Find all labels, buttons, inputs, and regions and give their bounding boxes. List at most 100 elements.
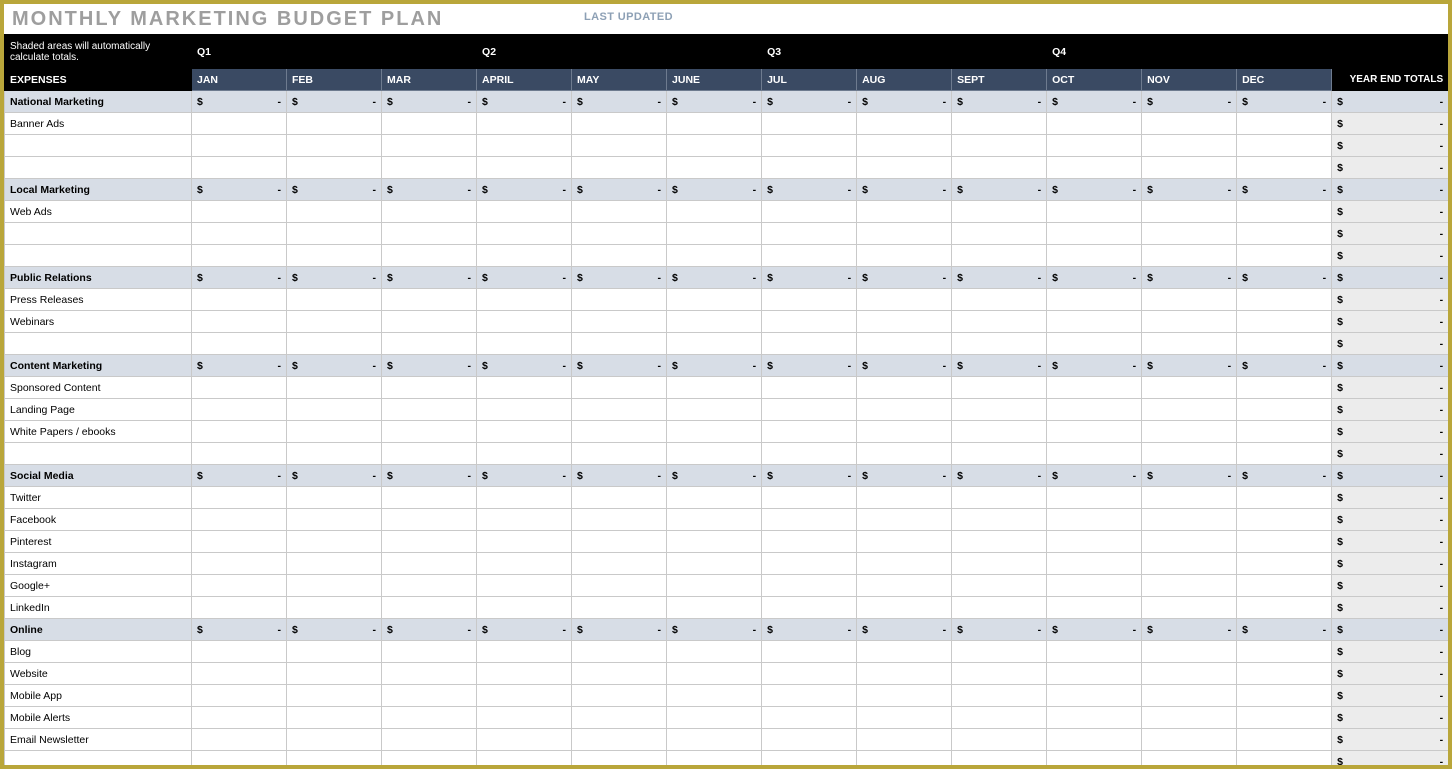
- amount-cell[interactable]: [1142, 641, 1237, 663]
- amount-cell[interactable]: [382, 553, 477, 575]
- amount-cell[interactable]: [1047, 597, 1142, 619]
- amount-cell[interactable]: [667, 399, 762, 421]
- amount-cell[interactable]: [857, 421, 952, 443]
- amount-cell[interactable]: [477, 641, 572, 663]
- amount-cell[interactable]: $-: [287, 267, 382, 289]
- amount-cell[interactable]: [762, 487, 857, 509]
- amount-cell[interactable]: $-: [1332, 179, 1449, 201]
- amount-cell[interactable]: [1142, 685, 1237, 707]
- amount-cell[interactable]: [572, 663, 667, 685]
- amount-cell[interactable]: [1237, 553, 1332, 575]
- amount-cell[interactable]: [1237, 135, 1332, 157]
- amount-cell[interactable]: [667, 377, 762, 399]
- amount-cell[interactable]: $-: [572, 355, 667, 377]
- amount-cell[interactable]: [1047, 245, 1142, 267]
- amount-cell[interactable]: [572, 443, 667, 465]
- row-label[interactable]: Mobile App: [5, 685, 192, 707]
- row-label[interactable]: Website: [5, 663, 192, 685]
- amount-cell[interactable]: [952, 531, 1047, 553]
- amount-cell[interactable]: [287, 421, 382, 443]
- amount-cell[interactable]: [192, 421, 287, 443]
- amount-cell[interactable]: [1237, 663, 1332, 685]
- amount-cell[interactable]: $-: [287, 465, 382, 487]
- amount-cell[interactable]: $-: [382, 355, 477, 377]
- amount-cell[interactable]: [287, 597, 382, 619]
- amount-cell[interactable]: $-: [1332, 641, 1449, 663]
- amount-cell[interactable]: [1142, 157, 1237, 179]
- amount-cell[interactable]: [1142, 707, 1237, 729]
- row-label[interactable]: White Papers / ebooks: [5, 421, 192, 443]
- amount-cell[interactable]: [1047, 663, 1142, 685]
- amount-cell[interactable]: [572, 377, 667, 399]
- amount-cell[interactable]: $-: [1142, 619, 1237, 641]
- amount-cell[interactable]: $-: [192, 465, 287, 487]
- amount-cell[interactable]: [762, 597, 857, 619]
- amount-cell[interactable]: [857, 135, 952, 157]
- amount-cell[interactable]: [382, 113, 477, 135]
- amount-cell[interactable]: $-: [952, 179, 1047, 201]
- amount-cell[interactable]: $-: [1332, 91, 1449, 113]
- amount-cell[interactable]: [857, 223, 952, 245]
- amount-cell[interactable]: $-: [1142, 91, 1237, 113]
- amount-cell[interactable]: $-: [667, 355, 762, 377]
- amount-cell[interactable]: $-: [477, 355, 572, 377]
- amount-cell[interactable]: [952, 751, 1047, 769]
- amount-cell[interactable]: [952, 113, 1047, 135]
- amount-cell[interactable]: $-: [1332, 421, 1449, 443]
- amount-cell[interactable]: [1237, 113, 1332, 135]
- amount-cell[interactable]: [1047, 553, 1142, 575]
- amount-cell[interactable]: [477, 663, 572, 685]
- amount-cell[interactable]: [667, 597, 762, 619]
- amount-cell[interactable]: $-: [1332, 707, 1449, 729]
- amount-cell[interactable]: [572, 399, 667, 421]
- amount-cell[interactable]: [382, 663, 477, 685]
- amount-cell[interactable]: [857, 399, 952, 421]
- row-label[interactable]: Google+: [5, 575, 192, 597]
- amount-cell[interactable]: [857, 575, 952, 597]
- amount-cell[interactable]: [1142, 333, 1237, 355]
- amount-cell[interactable]: [667, 421, 762, 443]
- amount-cell[interactable]: $-: [1332, 201, 1449, 223]
- amount-cell[interactable]: [477, 509, 572, 531]
- amount-cell[interactable]: $-: [952, 465, 1047, 487]
- amount-cell[interactable]: [1237, 751, 1332, 769]
- amount-cell[interactable]: [477, 597, 572, 619]
- amount-cell[interactable]: [382, 201, 477, 223]
- amount-cell[interactable]: [952, 223, 1047, 245]
- amount-cell[interactable]: [667, 289, 762, 311]
- amount-cell[interactable]: [1047, 289, 1142, 311]
- amount-cell[interactable]: $-: [667, 179, 762, 201]
- amount-cell[interactable]: $-: [667, 619, 762, 641]
- amount-cell[interactable]: $-: [1047, 619, 1142, 641]
- amount-cell[interactable]: [192, 597, 287, 619]
- amount-cell[interactable]: [382, 157, 477, 179]
- amount-cell[interactable]: [952, 729, 1047, 751]
- amount-cell[interactable]: [287, 289, 382, 311]
- amount-cell[interactable]: [667, 729, 762, 751]
- amount-cell[interactable]: [1237, 157, 1332, 179]
- amount-cell[interactable]: [762, 157, 857, 179]
- amount-cell[interactable]: [762, 575, 857, 597]
- row-label[interactable]: [5, 223, 192, 245]
- amount-cell[interactable]: [857, 245, 952, 267]
- amount-cell[interactable]: [1047, 311, 1142, 333]
- amount-cell[interactable]: [1047, 157, 1142, 179]
- amount-cell[interactable]: [762, 223, 857, 245]
- amount-cell[interactable]: [287, 729, 382, 751]
- amount-cell[interactable]: [1237, 531, 1332, 553]
- amount-cell[interactable]: [477, 135, 572, 157]
- amount-cell[interactable]: [382, 685, 477, 707]
- amount-cell[interactable]: [287, 113, 382, 135]
- amount-cell[interactable]: $-: [667, 91, 762, 113]
- amount-cell[interactable]: [952, 311, 1047, 333]
- amount-cell[interactable]: [1047, 421, 1142, 443]
- amount-cell[interactable]: $-: [287, 179, 382, 201]
- amount-cell[interactable]: [192, 157, 287, 179]
- amount-cell[interactable]: $-: [1237, 91, 1332, 113]
- amount-cell[interactable]: [287, 201, 382, 223]
- amount-cell[interactable]: $-: [1332, 113, 1449, 135]
- amount-cell[interactable]: $-: [1332, 751, 1449, 769]
- amount-cell[interactable]: [572, 751, 667, 769]
- amount-cell[interactable]: [1142, 113, 1237, 135]
- amount-cell[interactable]: $-: [1332, 597, 1449, 619]
